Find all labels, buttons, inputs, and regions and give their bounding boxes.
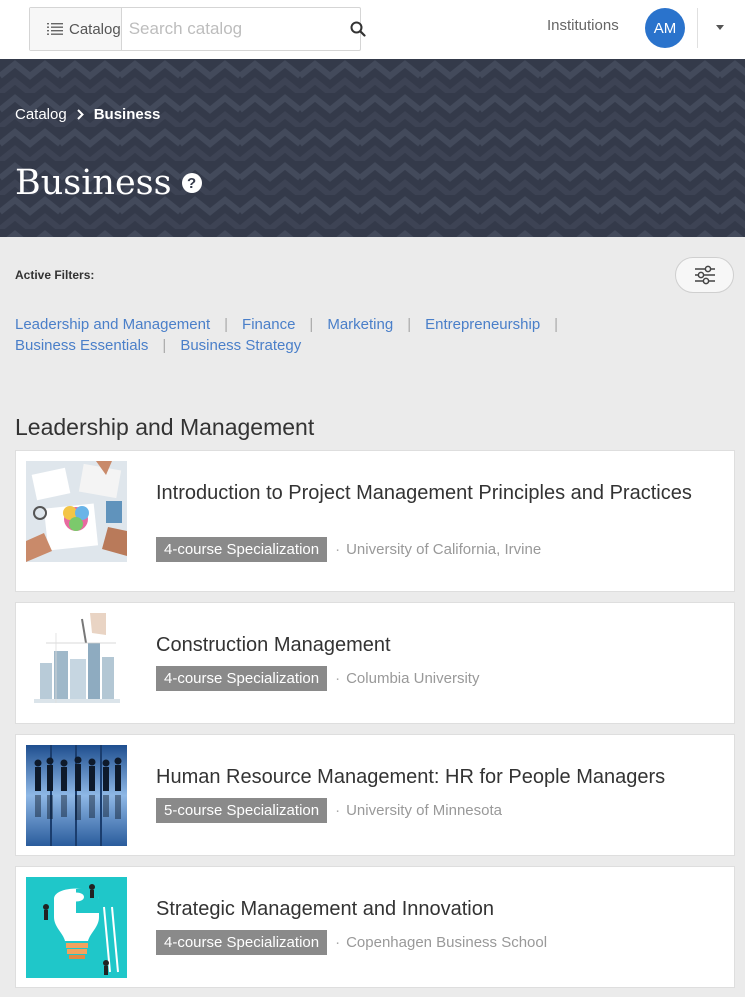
office-desk-thumbnail [26, 461, 127, 562]
breadcrumb: Catalog Business [15, 106, 160, 123]
meta-separator: · [335, 802, 341, 819]
course-card[interactable]: Introduction to Project Management Princ… [15, 450, 735, 592]
course-title[interactable]: Human Resource Management: HR for People… [156, 765, 696, 789]
sliders-icon [694, 265, 715, 285]
page-title-row: Business ? [15, 163, 202, 203]
course-title[interactable]: Construction Management [156, 633, 696, 657]
specialization-badge: 4-course Specialization [156, 666, 328, 691]
course-meta: 4-course Specialization · University of … [156, 537, 541, 562]
active-filters-label: Active Filters: [15, 268, 95, 282]
course-meta: 4-course Specialization · Columbia Unive… [156, 666, 479, 691]
catalog-button-label: Catalog [69, 20, 121, 38]
city-sketch-thumbnail [26, 613, 127, 714]
course-card[interactable]: Construction Management 4-course Special… [15, 602, 735, 724]
list-icon [47, 23, 63, 35]
hero-pattern [0, 59, 745, 237]
avatar[interactable]: AM [645, 8, 685, 48]
meta-separator: · [335, 670, 341, 687]
partner-name: University of California, Irvine [346, 541, 542, 558]
filter-links: Leadership and Management | Finance | Market… [15, 314, 615, 356]
page-title: Business [15, 163, 172, 203]
course-card[interactable]: Strategic Management and Innovation 4-co… [15, 866, 735, 988]
meta-separator: · [335, 934, 341, 951]
filter-separator: | [407, 316, 412, 333]
hero-banner: Catalog Business Business ? [0, 59, 745, 237]
filter-link-leadership[interactable]: Leadership and Management [15, 316, 210, 333]
filter-link-business-strategy[interactable]: Business Strategy [180, 337, 301, 354]
header-divider [697, 8, 698, 48]
chevron-down-icon[interactable] [716, 25, 724, 30]
filter-separator: | [554, 316, 559, 333]
specialization-badge: 5-course Specialization [156, 798, 328, 823]
silhouettes-thumbnail [26, 745, 127, 846]
lightbulb-puzzle-thumbnail [26, 877, 127, 978]
meta-separator: · [335, 541, 341, 558]
filter-link-marketing[interactable]: Marketing [327, 316, 393, 333]
top-navigation-bar: Catalog Institutions AM [0, 0, 745, 59]
breadcrumb-current: Business [93, 106, 161, 123]
catalog-button[interactable]: Catalog [30, 8, 122, 50]
partner-name: Columbia University [346, 670, 480, 687]
course-card[interactable]: Human Resource Management: HR for People… [15, 734, 735, 856]
chevron-right-icon [76, 109, 84, 120]
course-title[interactable]: Introduction to Project Management Princ… [156, 481, 696, 505]
catalog-search-group: Catalog [29, 7, 366, 51]
course-meta: 4-course Specialization · Copenhagen Bus… [156, 930, 547, 955]
help-icon[interactable]: ? [181, 173, 202, 193]
course-title[interactable]: Strategic Management and Innovation [156, 897, 696, 921]
filter-separator: | [309, 316, 314, 333]
institutions-link[interactable]: Institutions [547, 17, 619, 34]
filter-separator: | [162, 337, 167, 354]
filter-settings-button[interactable] [675, 257, 734, 293]
search-icon [350, 21, 366, 37]
search-input[interactable] [121, 8, 350, 50]
partner-name: University of Minnesota [346, 802, 502, 819]
filter-separator: | [224, 316, 229, 333]
section-title: Leadership and Management [15, 414, 315, 440]
course-meta: 5-course Specialization · University of … [156, 798, 502, 823]
specialization-badge: 4-course Specialization [156, 537, 328, 562]
partner-name: Copenhagen Business School [346, 934, 548, 951]
filter-link-entrepreneurship[interactable]: Entrepreneurship [425, 316, 540, 333]
filter-link-business-essentials[interactable]: Business Essentials [15, 337, 148, 354]
filter-link-finance[interactable]: Finance [242, 316, 295, 333]
specialization-badge: 4-course Specialization [156, 930, 328, 955]
search-button[interactable] [350, 8, 366, 50]
breadcrumb-catalog-link[interactable]: Catalog [15, 106, 67, 123]
